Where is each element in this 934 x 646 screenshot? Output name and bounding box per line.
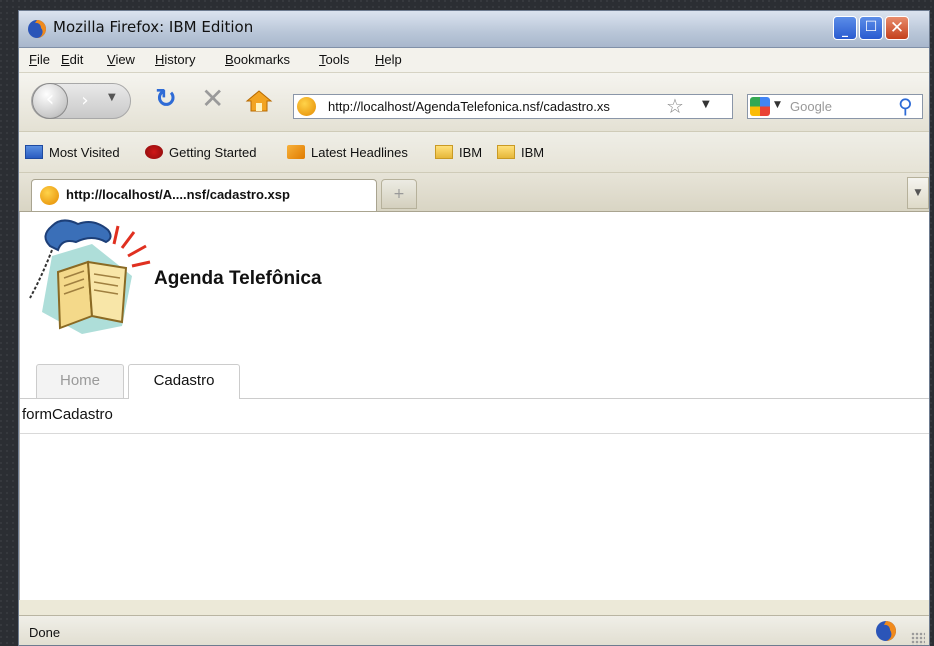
- bookmark-label: Most Visited: [49, 145, 120, 160]
- browser-tab-active[interactable]: http://localhost/A....nsf/cadastro.xsp: [31, 179, 377, 211]
- search-icon[interactable]: ⚲: [898, 95, 913, 117]
- bookmark-label: IBM: [521, 145, 545, 160]
- url-bar[interactable]: http://localhost/AgendaTelefonica.nsf/ca…: [293, 94, 733, 119]
- new-tab-button[interactable]: +: [381, 179, 417, 209]
- url-dropdown-icon[interactable]: ▼: [702, 99, 710, 110]
- stop-icon[interactable]: ✕: [201, 85, 224, 113]
- tab-home[interactable]: Home: [36, 364, 124, 398]
- form-area: formCadastro: [20, 398, 929, 434]
- menu-view[interactable]: View: [107, 52, 135, 67]
- bookmark-star-icon[interactable]: ☆: [666, 95, 684, 117]
- tab-cadastro[interactable]: Cadastro: [128, 364, 240, 399]
- navigation-toolbar: ‹ › ▼ ↻ ✕ http://localhost/AgendaTelefon…: [19, 73, 929, 132]
- folder-icon: [497, 145, 515, 159]
- back-forward-group: ‹ › ▼: [31, 83, 131, 119]
- rss-feed-icon: [287, 145, 305, 159]
- forward-arrow-icon: ›: [81, 90, 89, 111]
- search-engine-dropdown-icon[interactable]: ▼: [774, 100, 781, 110]
- site-favicon-icon: [297, 97, 316, 116]
- bookmark-ibm-1[interactable]: IBM: [435, 145, 482, 160]
- history-dropdown-icon[interactable]: ▼: [108, 92, 116, 103]
- getting-started-icon: [145, 145, 163, 159]
- bookmark-latest-headlines[interactable]: Latest Headlines: [287, 145, 408, 160]
- close-button[interactable]: ✕: [885, 16, 909, 40]
- bookmark-label: Latest Headlines: [311, 145, 408, 160]
- tab-list-dropdown-icon[interactable]: ▼: [907, 177, 929, 209]
- tab-favicon-icon: [40, 186, 59, 205]
- resize-grip-icon[interactable]: [911, 632, 925, 645]
- back-button[interactable]: ‹: [32, 83, 68, 119]
- menu-bar: File Edit View History Bookmarks Tools H…: [19, 48, 929, 73]
- window-title: Mozilla Firefox: IBM Edition: [53, 18, 254, 36]
- bookmark-label: IBM: [459, 145, 483, 160]
- menu-bookmarks[interactable]: Bookmarks: [225, 52, 290, 67]
- reload-icon[interactable]: ↻: [155, 85, 177, 113]
- bookmark-most-visited[interactable]: Most Visited: [25, 145, 120, 160]
- firefox-status-icon[interactable]: [875, 620, 897, 642]
- tab-strip: http://localhost/A....nsf/cadastro.xsp +…: [19, 173, 929, 212]
- search-engine-icon[interactable]: [750, 97, 770, 116]
- status-bar: Done: [19, 615, 929, 645]
- title-bar: Mozilla Firefox: IBM Edition _ ☐ ✕: [19, 11, 929, 48]
- close-icon: ✕: [889, 18, 905, 38]
- menu-edit[interactable]: Edit: [61, 52, 83, 67]
- browser-tab-label: http://localhost/A....nsf/cadastro.xsp: [66, 187, 290, 202]
- phonebook-logo-icon: [29, 219, 151, 334]
- bookmark-getting-started[interactable]: Getting Started: [145, 145, 256, 160]
- minimize-button[interactable]: _: [833, 16, 857, 40]
- home-icon[interactable]: [245, 89, 273, 113]
- menu-file[interactable]: File: [29, 52, 50, 67]
- search-bar[interactable]: ▼ Google ⚲: [747, 94, 923, 119]
- search-input[interactable]: Google: [790, 99, 832, 114]
- status-text: Done: [29, 625, 61, 640]
- bookmark-ibm-2[interactable]: IBM: [497, 145, 544, 160]
- browser-window: Mozilla Firefox: IBM Edition _ ☐ ✕ File …: [18, 10, 930, 646]
- forward-button[interactable]: ›: [72, 90, 98, 112]
- menu-history[interactable]: History: [155, 52, 195, 67]
- minimize-icon: _: [842, 23, 848, 37]
- url-input[interactable]: http://localhost/AgendaTelefonica.nsf/ca…: [328, 99, 662, 114]
- form-label: formCadastro: [22, 406, 113, 423]
- bookmark-label: Getting Started: [169, 145, 257, 160]
- page-content: Agenda Telefônica Home Cadastro formCada…: [19, 212, 929, 600]
- most-visited-icon: [25, 145, 43, 159]
- menu-help[interactable]: Help: [375, 52, 402, 67]
- page-tab-bar: Home Cadastro: [20, 364, 929, 399]
- maximize-button[interactable]: ☐: [859, 16, 883, 40]
- firefox-icon: [28, 20, 46, 38]
- folder-icon: [435, 145, 453, 159]
- back-arrow-icon: ‹: [45, 87, 55, 112]
- bookmarks-toolbar: Most Visited Getting Started Latest Head…: [19, 132, 929, 173]
- plus-icon: +: [393, 186, 405, 202]
- menu-tools[interactable]: Tools: [319, 52, 349, 67]
- maximize-icon: ☐: [864, 19, 878, 35]
- page-title: Agenda Telefônica: [154, 268, 322, 289]
